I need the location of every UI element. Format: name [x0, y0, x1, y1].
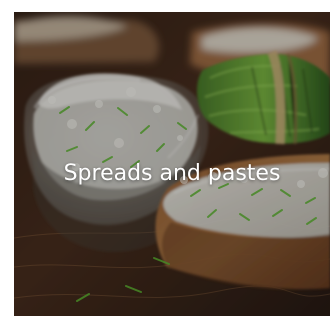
page: Spreads and pastes [0, 0, 330, 318]
food-photo [14, 12, 330, 316]
category-card[interactable]: Spreads and pastes [14, 12, 330, 316]
